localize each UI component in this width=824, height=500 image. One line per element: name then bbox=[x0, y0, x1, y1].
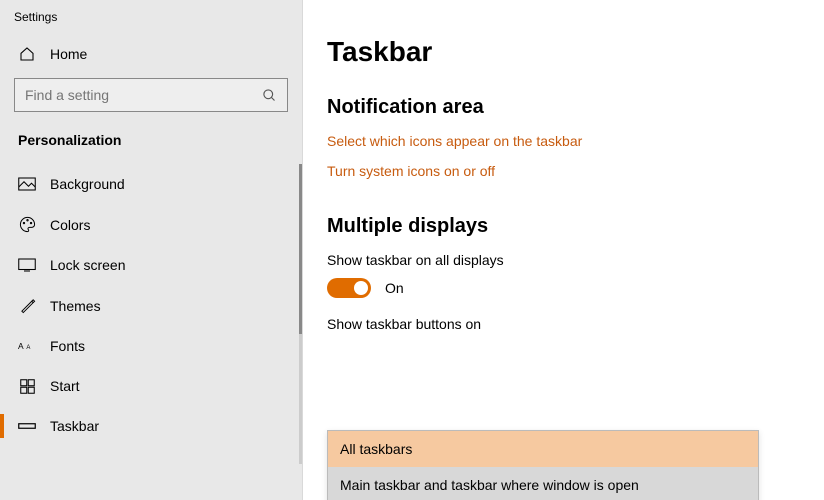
sidebar-item-label: Taskbar bbox=[50, 418, 99, 434]
dropdown-list: All taskbars Main taskbar and taskbar wh… bbox=[327, 430, 759, 500]
home-icon bbox=[18, 46, 36, 62]
home-nav[interactable]: Home bbox=[0, 36, 302, 72]
fonts-icon: AA bbox=[18, 339, 36, 353]
sidebar-item-label: Start bbox=[50, 378, 80, 394]
toggle-state: On bbox=[385, 280, 404, 296]
picture-icon bbox=[18, 177, 36, 191]
svg-text:A: A bbox=[18, 341, 24, 351]
palette-icon bbox=[18, 216, 36, 233]
search-input[interactable] bbox=[25, 87, 262, 103]
sidebar-item-fonts[interactable]: AA Fonts bbox=[0, 326, 302, 366]
themes-icon bbox=[18, 297, 36, 314]
search-icon bbox=[262, 88, 277, 103]
sidebar-item-label: Lock screen bbox=[50, 257, 125, 273]
toggle-row: On bbox=[327, 278, 800, 298]
taskbar-icon bbox=[18, 421, 36, 431]
buttons-on-label: Show taskbar buttons on bbox=[327, 316, 800, 332]
nav-list: Background Colors Lock screen Themes bbox=[0, 164, 302, 446]
sidebar: Settings Home Personalization bbox=[0, 0, 303, 500]
home-label: Home bbox=[50, 46, 87, 62]
sidebar-item-background[interactable]: Background bbox=[0, 164, 302, 204]
sidebar-item-colors[interactable]: Colors bbox=[0, 204, 302, 245]
sidebar-item-lock-screen[interactable]: Lock screen bbox=[0, 245, 302, 285]
search-box[interactable] bbox=[14, 78, 288, 112]
search-container bbox=[0, 72, 302, 126]
sidebar-item-taskbar[interactable]: Taskbar bbox=[0, 406, 302, 446]
svg-text:A: A bbox=[26, 345, 30, 351]
section-header: Personalization bbox=[0, 126, 302, 164]
sidebar-item-themes[interactable]: Themes bbox=[0, 285, 302, 326]
notification-area-heading: Notification area bbox=[327, 96, 800, 119]
taskbar-buttons-dropdown[interactable]: All taskbars Main taskbar and taskbar wh… bbox=[327, 430, 759, 462]
main-content: Taskbar Notification area Select which i… bbox=[303, 0, 824, 500]
dropdown-option-main-and-window[interactable]: Main taskbar and taskbar where window is… bbox=[328, 467, 758, 500]
start-icon bbox=[18, 379, 36, 394]
multiple-displays-heading: Multiple displays bbox=[327, 215, 800, 238]
lock-screen-icon bbox=[18, 258, 36, 272]
sidebar-item-start[interactable]: Start bbox=[0, 366, 302, 406]
link-select-icons[interactable]: Select which icons appear on the taskbar bbox=[327, 133, 800, 149]
dropdown-option-all-taskbars[interactable]: All taskbars bbox=[328, 431, 758, 467]
link-system-icons[interactable]: Turn system icons on or off bbox=[327, 163, 800, 179]
toggle-knob bbox=[354, 281, 368, 295]
toggle-label: Show taskbar on all displays bbox=[327, 252, 800, 268]
sidebar-item-label: Fonts bbox=[50, 338, 85, 354]
sidebar-item-label: Themes bbox=[50, 298, 101, 314]
page-title: Taskbar bbox=[327, 36, 800, 68]
sidebar-item-label: Background bbox=[50, 176, 125, 192]
show-taskbar-toggle[interactable] bbox=[327, 278, 371, 298]
settings-window: Settings Home Personalization bbox=[0, 0, 824, 500]
app-title: Settings bbox=[0, 8, 302, 36]
sidebar-item-label: Colors bbox=[50, 217, 90, 233]
